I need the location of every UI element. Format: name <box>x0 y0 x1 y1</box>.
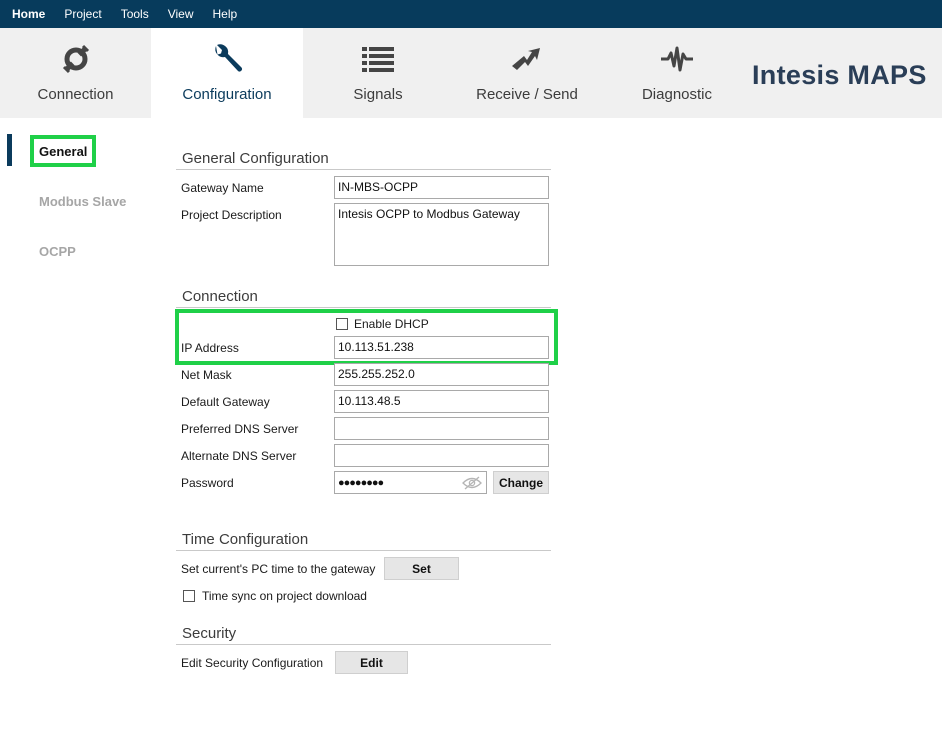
alternate-dns-input[interactable] <box>334 444 549 467</box>
tab-configuration-label: Configuration <box>182 86 272 103</box>
sidebar-item-ocpp[interactable]: OCPP <box>39 244 76 259</box>
connection-divider <box>176 307 551 308</box>
highlight-connection-box <box>175 309 558 365</box>
transfer-arrows-icon <box>510 42 544 76</box>
tab-connection-label: Connection <box>37 86 114 103</box>
menu-project[interactable]: Project <box>64 7 101 21</box>
tab-diagnostic-label: Diagnostic <box>641 86 713 103</box>
security-section-title: Security <box>182 625 237 642</box>
eye-slash-icon[interactable] <box>462 476 482 490</box>
tab-diagnostic[interactable]: Diagnostic <box>601 28 753 118</box>
edit-security-label: Edit Security Configuration <box>181 656 324 670</box>
highlight-general-box <box>30 135 96 167</box>
pulse-icon <box>660 42 694 76</box>
time-divider <box>176 550 551 551</box>
general-divider <box>176 169 551 170</box>
tab-receive-send-label: Receive / Send <box>476 86 578 103</box>
brand-logo-text: Intesis MAPS <box>752 60 927 90</box>
gateway-name-input[interactable]: IN-MBS-OCPP <box>334 176 549 199</box>
security-divider <box>176 644 551 645</box>
time-sync-label: Time sync on project download <box>202 589 367 603</box>
sidebar-item-modbus-slave[interactable]: Modbus Slave <box>39 194 126 209</box>
preferred-dns-label: Preferred DNS Server <box>181 422 299 436</box>
default-gateway-input[interactable]: 10.113.48.5 <box>334 390 549 413</box>
plug-icon <box>59 42 93 76</box>
tab-connection[interactable]: Connection <box>0 28 151 118</box>
menu-bar: Home Project Tools View Help <box>0 0 942 28</box>
change-password-button[interactable]: Change <box>493 471 549 494</box>
sidebar-active-marker <box>7 134 12 166</box>
net-mask-input[interactable]: 255.255.252.0 <box>334 363 549 386</box>
set-time-label: Set current's PC time to the gateway <box>181 562 376 576</box>
alternate-dns-label: Alternate DNS Server <box>181 449 297 463</box>
general-section-title: General Configuration <box>182 150 329 167</box>
preferred-dns-input[interactable] <box>334 417 549 440</box>
gateway-name-label: Gateway Name <box>181 181 264 195</box>
password-label: Password <box>181 476 234 490</box>
project-description-label: Project Description <box>181 208 282 222</box>
project-description-textarea[interactable]: Intesis OCPP to Modbus Gateway <box>334 203 549 266</box>
tab-signals-label: Signals <box>353 86 403 103</box>
menu-view[interactable]: View <box>168 7 194 21</box>
connection-section-title: Connection <box>182 288 258 305</box>
tab-configuration[interactable]: Configuration <box>151 28 303 118</box>
tab-signals[interactable]: Signals <box>303 28 453 118</box>
menu-home[interactable]: Home <box>12 7 45 21</box>
default-gateway-label: Default Gateway <box>181 395 270 409</box>
net-mask-label: Net Mask <box>181 368 232 382</box>
password-value: ●●●●●●●● <box>338 476 384 489</box>
wrench-icon <box>210 42 244 76</box>
edit-security-button[interactable]: Edit <box>335 651 408 674</box>
password-input[interactable]: ●●●●●●●● <box>334 471 487 494</box>
time-section-title: Time Configuration <box>182 531 309 548</box>
list-icon <box>361 42 395 76</box>
tab-receive-send[interactable]: Receive / Send <box>453 28 601 118</box>
menu-help[interactable]: Help <box>213 7 238 21</box>
menu-tools[interactable]: Tools <box>121 7 149 21</box>
set-time-button[interactable]: Set <box>384 557 459 580</box>
time-sync-checkbox[interactable] <box>183 590 195 602</box>
ribbon: Connection Configuration Signals Receive <box>0 28 942 118</box>
